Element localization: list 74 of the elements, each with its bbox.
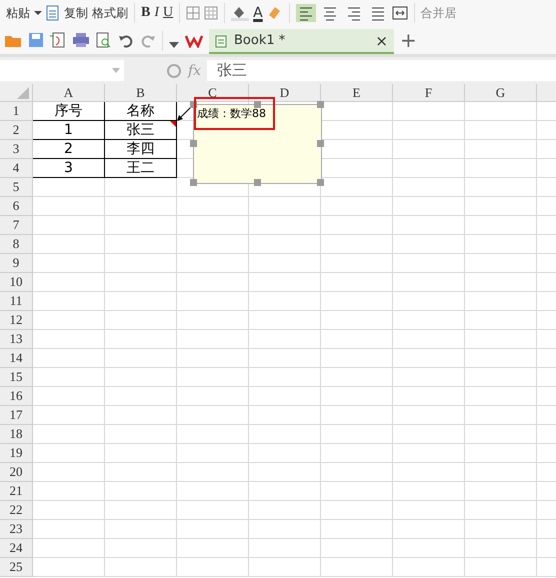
table-cell: 序号 (33, 102, 105, 121)
merge-icon[interactable] (392, 6, 408, 20)
row-header[interactable]: 8 (0, 235, 33, 254)
row-header[interactable]: 19 (0, 444, 33, 463)
row-header[interactable]: 23 (0, 520, 33, 539)
borders-icon[interactable] (186, 6, 200, 20)
row-header[interactable]: 10 (0, 273, 33, 292)
leader-line (177, 105, 193, 122)
row-header[interactable]: 11 (0, 292, 33, 311)
row-header[interactable]: 13 (0, 330, 33, 349)
table-cell: 1 (33, 121, 105, 140)
comment-text: 成绩：数学88 (197, 106, 266, 121)
row-header[interactable]: 21 (0, 482, 33, 501)
table-cell: 张三 (105, 121, 177, 140)
paste-button[interactable]: 粘贴 (6, 4, 30, 22)
document-icon[interactable] (46, 5, 60, 21)
resize-handle[interactable] (190, 179, 197, 186)
row-header[interactable]: 16 (0, 387, 33, 406)
table-cell: 王二 (105, 159, 177, 178)
print-preview-icon[interactable] (96, 32, 112, 48)
logo-icon[interactable] (185, 34, 203, 48)
row-header[interactable]: 15 (0, 368, 33, 387)
select-all-icon[interactable] (17, 87, 29, 99)
row-header[interactable]: 1 (0, 102, 33, 121)
formula-field[interactable]: 张三 (207, 60, 556, 81)
printer-icon[interactable] (72, 32, 90, 48)
row-header[interactable]: 4 (0, 159, 33, 178)
row-header[interactable]: 22 (0, 501, 33, 520)
comment-box[interactable] (193, 104, 322, 184)
font-color-button[interactable]: A (253, 5, 263, 21)
resize-handle[interactable] (317, 101, 324, 108)
column-header[interactable]: G (465, 84, 537, 102)
row-header[interactable]: 2 (0, 121, 33, 140)
spreadsheet-icon (215, 34, 229, 48)
export-icon[interactable] (50, 32, 66, 48)
row-header[interactable]: 12 (0, 311, 33, 330)
resize-handle[interactable] (317, 140, 324, 147)
document-tab[interactable]: Book1 * × (209, 29, 394, 54)
resize-handle[interactable] (317, 179, 324, 186)
copy-button[interactable]: 复制 (64, 4, 88, 22)
resize-handle[interactable] (190, 140, 197, 147)
format-painter-button[interactable]: 格式刷 (92, 4, 128, 22)
row-header[interactable]: 5 (0, 178, 33, 197)
close-button[interactable]: × (375, 32, 388, 50)
table-cell: 2 (33, 140, 105, 159)
row-header[interactable]: 20 (0, 463, 33, 482)
tab-label: Book1 * (234, 33, 286, 48)
align-icon[interactable] (296, 4, 316, 22)
row-header[interactable]: 18 (0, 425, 33, 444)
caret-icon[interactable] (169, 42, 179, 48)
table-cell: 李四 (105, 140, 177, 159)
italic-button[interactable]: I (154, 5, 160, 21)
row-header[interactable]: 6 (0, 197, 33, 216)
eraser-icon[interactable] (266, 5, 283, 21)
row-header[interactable]: 9 (0, 254, 33, 273)
row-header[interactable]: 25 (0, 558, 33, 577)
table-cell: 3 (33, 159, 105, 178)
column-header[interactable]: F (393, 84, 465, 102)
row-header[interactable]: 7 (0, 216, 33, 235)
table-cell: 名称 (105, 102, 177, 121)
new-tab-button[interactable]: + (400, 28, 417, 52)
column-header[interactable]: E (321, 84, 393, 102)
row-header[interactable]: 14 (0, 349, 33, 368)
fill-color-icon[interactable] (231, 5, 250, 21)
resize-handle[interactable] (254, 101, 260, 108)
row-header[interactable]: 24 (0, 539, 33, 558)
table-icon[interactable] (204, 6, 218, 20)
bold-button[interactable]: B (141, 5, 150, 21)
resize-handle[interactable] (254, 179, 260, 186)
caret-icon[interactable] (34, 10, 42, 16)
row-header[interactable]: 3 (0, 140, 33, 159)
save-icon[interactable] (28, 32, 44, 48)
underline-button[interactable]: U (163, 5, 174, 21)
row-header[interactable]: 17 (0, 406, 33, 425)
